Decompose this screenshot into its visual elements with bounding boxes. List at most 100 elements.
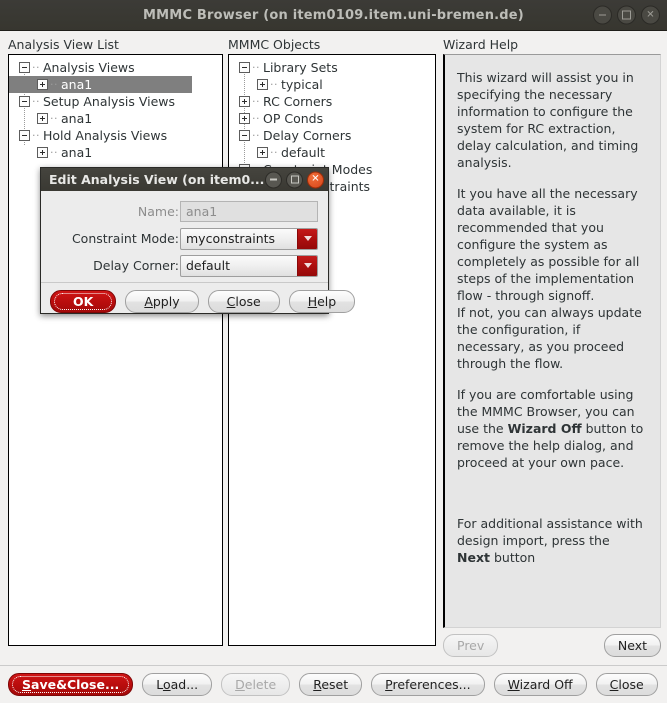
mmmc-object-label: typical <box>281 77 323 92</box>
collapse-icon[interactable] <box>19 96 30 107</box>
help-spacer <box>457 485 646 515</box>
expand-icon[interactable] <box>239 113 250 124</box>
tree-connector-dots: ·· <box>32 61 40 74</box>
tree-connector-dots: ·· <box>252 112 260 125</box>
analysis-view-label: ana1 <box>61 77 93 92</box>
close-button[interactable]: Close <box>595 673 658 696</box>
mmmc-object-node[interactable]: ·· default <box>229 144 435 161</box>
analysis-view-node[interactable]: ·· Setup Analysis Views <box>9 93 222 110</box>
tree-connector-dots: ·· <box>32 129 40 142</box>
dialog-maximize-icon[interactable] <box>286 171 303 188</box>
tree-connector-dots: ·· <box>50 146 58 159</box>
minimize-icon[interactable] <box>593 5 612 25</box>
wizard-help-panel: This wizard will assist you in specifyin… <box>443 54 661 628</box>
tree-connector-dots: ·· <box>252 129 260 142</box>
save-close-button[interactable]: Save&Close... <box>8 673 134 696</box>
analysis-view-list-panel[interactable]: ·· Analysis Views ·· ana1 ·· Setup Analysis V… <box>8 54 223 646</box>
help-p3-bold: Wizard Off <box>507 421 582 436</box>
dialog-window-controls: ✕ <box>265 171 324 188</box>
name-field-row: Name: ana1 <box>51 201 318 222</box>
chevron-down-icon[interactable] <box>297 255 317 276</box>
preferences-button[interactable]: Preferences... <box>371 673 485 696</box>
collapse-icon[interactable] <box>239 62 250 73</box>
help-p4-post: button <box>489 550 536 565</box>
button-label: Save&Close... <box>22 677 120 692</box>
dialog-close-icon[interactable]: ✕ <box>307 171 324 188</box>
expand-icon[interactable] <box>37 79 48 90</box>
constraint-mode-label: Constraint Mode: <box>71 231 179 246</box>
maximize-icon[interactable] <box>617 5 636 25</box>
dialog-close-button[interactable]: Close <box>207 290 280 313</box>
load-button[interactable]: Load... <box>142 673 213 696</box>
delay-corner-row: Delay Corner: default <box>51 254 318 277</box>
column-header-analysis-view-list: Analysis View List <box>8 37 119 52</box>
mmmc-object-label: OP Conds <box>263 111 324 126</box>
tree-connector-dots: ·· <box>50 112 58 125</box>
collapse-icon[interactable] <box>19 62 30 73</box>
delay-corner-label: Delay Corner: <box>93 258 179 273</box>
analysis-view-node[interactable]: ·· Analysis Views <box>9 59 222 76</box>
mmmc-object-node[interactable]: ·· typical <box>229 76 435 93</box>
column-header-wizard-help: Wizard Help <box>443 37 519 52</box>
dialog-body: Name: ana1 Constraint Mode: myconstraint… <box>41 191 328 277</box>
constraint-mode-row: Constraint Mode: myconstraints <box>51 227 318 250</box>
mmmc-object-node[interactable]: ·· RC Corners <box>229 93 435 110</box>
window-controls: ✕ <box>593 5 660 25</box>
constraint-mode-value: myconstraints <box>186 231 276 246</box>
wizard-off-button[interactable]: Wizard Off <box>493 673 587 696</box>
delay-corner-select[interactable]: default <box>180 254 318 277</box>
help-paragraph-1: This wizard will assist you in specifyin… <box>457 70 639 170</box>
dialog-ok-button[interactable]: OK <box>50 290 117 313</box>
dialog-apply-button[interactable]: Apply <box>125 290 199 313</box>
expand-icon[interactable] <box>37 147 48 158</box>
help-p4-bold: Next <box>457 550 490 565</box>
delete-button: Delete <box>221 673 291 696</box>
close-icon[interactable]: ✕ <box>641 5 660 25</box>
analysis-view-label: Hold Analysis Views <box>43 128 168 143</box>
expand-icon[interactable] <box>257 79 268 90</box>
help-paragraph-2b: If not, you can always update the config… <box>457 305 642 371</box>
mmmc-object-node[interactable]: ·· Library Sets <box>229 59 435 76</box>
wizard-help-text: This wizard will assist you in specifyin… <box>445 55 660 590</box>
dialog-minimize-icon[interactable] <box>265 171 282 188</box>
analysis-view-tree[interactable]: ·· Analysis Views ·· ana1 ·· Setup Analysis V… <box>9 55 222 161</box>
analysis-view-label: Setup Analysis Views <box>43 94 176 109</box>
help-paragraph-2a: It you have all the necessary data avail… <box>457 186 640 303</box>
help-p4-pre: For additional assistance with design im… <box>457 516 643 548</box>
window-title: MMMC Browser (on item0109.item.uni-breme… <box>143 7 524 23</box>
analysis-view-node[interactable]: ·· ana1 <box>9 110 222 127</box>
edit-analysis-view-dialog[interactable]: Edit Analysis View (on item0... ✕ Name: … <box>40 167 356 314</box>
mmmc-objects-panel[interactable]: ·· Library Sets ·· typical ·· RC Corners ·· OP … <box>228 54 436 646</box>
analysis-view-node[interactable]: ·· Hold Analysis Views <box>9 127 222 144</box>
analysis-view-label: Analysis Views <box>43 60 135 75</box>
reset-button[interactable]: Reset <box>299 673 363 696</box>
button-label: Load... <box>156 677 199 692</box>
dialog-help-button[interactable]: Help <box>288 290 356 313</box>
mmmc-object-node[interactable]: ·· OP Conds <box>229 110 435 127</box>
tree-connector-dots: ·· <box>252 61 260 74</box>
collapse-icon[interactable] <box>239 130 250 141</box>
button-label: Preferences... <box>385 677 471 692</box>
delay-corner-value: default <box>186 258 230 273</box>
analysis-view-label: ana1 <box>61 145 93 160</box>
constraint-mode-select[interactable]: myconstraints <box>180 227 318 250</box>
mmmc-object-label: default <box>281 145 325 160</box>
expand-icon[interactable] <box>37 113 48 124</box>
next-button[interactable]: Next <box>603 633 661 657</box>
chevron-down-icon[interactable] <box>297 228 317 249</box>
dialog-action-buttons: OK Apply Close Help <box>41 283 356 313</box>
collapse-icon[interactable] <box>19 130 30 141</box>
dialog-ok-label: OK <box>73 294 94 309</box>
expand-icon[interactable] <box>239 96 250 107</box>
prev-button[interactable]: Prev <box>443 633 499 657</box>
mmmc-object-node[interactable]: ·· Delay Corners <box>229 127 435 144</box>
wizard-nav: Prev Next <box>443 632 661 658</box>
tree-connector-dots: ·· <box>270 146 278 159</box>
mmmc-object-label: Library Sets <box>263 60 338 75</box>
dialog-titlebar: Edit Analysis View (on item0... ✕ <box>41 168 328 191</box>
analysis-view-node[interactable]: ·· ana1 <box>9 144 222 161</box>
help-paragraph-4: For additional assistance with design im… <box>457 515 646 566</box>
expand-icon[interactable] <box>257 147 268 158</box>
window-titlebar: MMMC Browser (on item0109.item.uni-breme… <box>0 0 667 31</box>
analysis-view-node[interactable]: ·· ana1 <box>9 76 192 93</box>
